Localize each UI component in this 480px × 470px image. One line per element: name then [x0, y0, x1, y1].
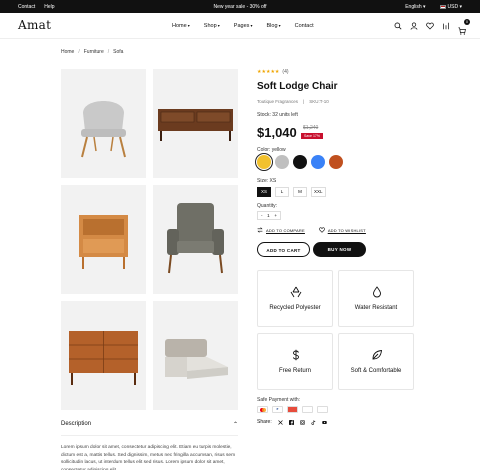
product-title: Soft Lodge Chair [257, 81, 338, 92]
stock-status: Stock: 32 units left [257, 112, 298, 118]
top-bar: Contact Help New year sale - 30% off Eng… [0, 0, 480, 13]
gallery-image-armchair[interactable] [61, 69, 146, 178]
feature-recycled: Recycled Polyester [257, 270, 333, 327]
facebook-icon[interactable] [288, 419, 294, 425]
size-l[interactable]: L [275, 187, 289, 197]
size-label: Size: XS [257, 178, 277, 184]
instagram-icon[interactable] [299, 419, 305, 425]
old-price: $1,240 [303, 125, 319, 131]
price: $1,040 [257, 125, 297, 140]
heart-outline-icon [318, 227, 325, 233]
product-info: ★★★★★ (4) Soft Lodge Chair Toutique Frag… [255, 69, 417, 425]
star-icon: ★★★★★ [257, 69, 280, 75]
description-section: Description ⌃ Lorem ipsum dolor sit amet… [61, 421, 238, 470]
add-to-compare-link[interactable]: ADD TO COMPARE [257, 227, 305, 233]
cart-icon [458, 27, 466, 35]
add-to-wishlist-link[interactable]: ADD TO WISHLIST [318, 227, 366, 233]
qty-increase-button[interactable]: + [274, 213, 277, 218]
swatch-grey[interactable] [275, 155, 289, 169]
main-nav: Home Shop Pages Blog Contact [172, 23, 314, 29]
quantity-label: Quantity: [257, 203, 278, 209]
vendor[interactable]: Toutique Fragrances [257, 99, 298, 104]
description-toggle[interactable]: Description ⌃ [61, 421, 238, 436]
youtube-icon[interactable] [321, 420, 327, 425]
nav-home[interactable]: Home [172, 23, 190, 29]
breadcrumb-sofa: Sofa [113, 49, 124, 55]
breadcrumb-home[interactable]: Home [61, 49, 74, 55]
heart-icon[interactable] [426, 22, 434, 30]
dollar-icon [292, 349, 299, 361]
save-badge: Save 17% [301, 133, 323, 139]
gallery-image-dresser[interactable] [61, 301, 146, 410]
swatch-black[interactable] [293, 155, 307, 169]
compare-icon[interactable] [442, 22, 450, 30]
nav-contact[interactable]: Contact [295, 23, 314, 29]
feature-water: Water Resistant [338, 270, 414, 327]
color-label: Color: yellow [257, 147, 286, 153]
mastercard-icon [257, 406, 268, 413]
chevron-up-icon: ⌃ [232, 422, 238, 428]
x-twitter-icon[interactable] [277, 419, 283, 425]
search-icon[interactable] [394, 22, 402, 30]
color-swatches [255, 153, 343, 171]
size-m[interactable]: M [293, 187, 307, 197]
visa-icon [302, 406, 313, 413]
add-to-cart-button[interactable]: ADD TO CART [257, 242, 310, 257]
rating-count: (4) [282, 69, 289, 75]
share-row: Share: [257, 419, 327, 425]
logo[interactable]: Amat [18, 18, 51, 32]
description-heading: Description [61, 421, 92, 427]
gallery-image-bed[interactable] [153, 301, 238, 410]
size-xs[interactable]: XS [257, 187, 271, 197]
gallery-image-sideboard[interactable] [153, 69, 238, 178]
recycle-icon [290, 286, 302, 298]
amex-icon [287, 406, 298, 413]
qty-decrease-button[interactable]: - [261, 213, 263, 218]
currency-select[interactable]: USD ▾ [439, 4, 462, 10]
water-drop-icon [373, 286, 381, 298]
nav-shop[interactable]: Shop [204, 23, 220, 29]
leaf-icon [372, 349, 383, 360]
swatch-yellow[interactable] [255, 153, 273, 171]
cart-count-badge: 0 [464, 19, 470, 25]
language-select[interactable]: English ▾ [405, 4, 425, 10]
quantity-stepper[interactable]: - 1 + [257, 211, 281, 220]
us-flag-icon [439, 4, 446, 9]
payment-methods: P [257, 406, 343, 413]
nav-blog[interactable]: Blog [267, 23, 281, 29]
payment-label: Safe Payment with: [257, 397, 301, 403]
swatch-blue[interactable] [311, 155, 325, 169]
qty-value: 1 [267, 213, 270, 218]
apple-pay-icon [317, 406, 328, 413]
gallery-image-nightstand[interactable] [61, 185, 146, 294]
size-xxl[interactable]: XXL [311, 187, 326, 197]
tiktok-icon[interactable] [311, 419, 316, 425]
sku: SKU:T-10 [309, 99, 329, 104]
buy-now-button[interactable]: BUY NOW [313, 242, 366, 257]
rating[interactable]: ★★★★★ (4) [257, 69, 417, 75]
compare-arrows-icon [257, 227, 263, 233]
feature-return: Free Return [257, 333, 333, 390]
nav-pages[interactable]: Pages [234, 23, 253, 29]
site-header: Amat Home Shop Pages Blog Contact 0 [0, 13, 480, 39]
cart-button[interactable]: 0 [458, 19, 470, 40]
google-pay-icon [332, 406, 343, 413]
breadcrumb: Home / Furniture / Sofa [61, 49, 124, 55]
size-options: XS L M XXL [257, 187, 326, 197]
swatch-orange[interactable] [329, 155, 343, 169]
breadcrumb-furniture[interactable]: Furniture [84, 49, 104, 55]
feature-comfort: Soft & Comfortable [338, 333, 414, 390]
share-label: Share: [257, 419, 272, 425]
user-icon[interactable] [410, 22, 418, 30]
description-text: Lorem ipsum dolor sit amet, consectetur … [61, 445, 236, 470]
gallery-image-lounge-chair[interactable] [153, 185, 238, 294]
paypal-icon: P [272, 406, 283, 413]
